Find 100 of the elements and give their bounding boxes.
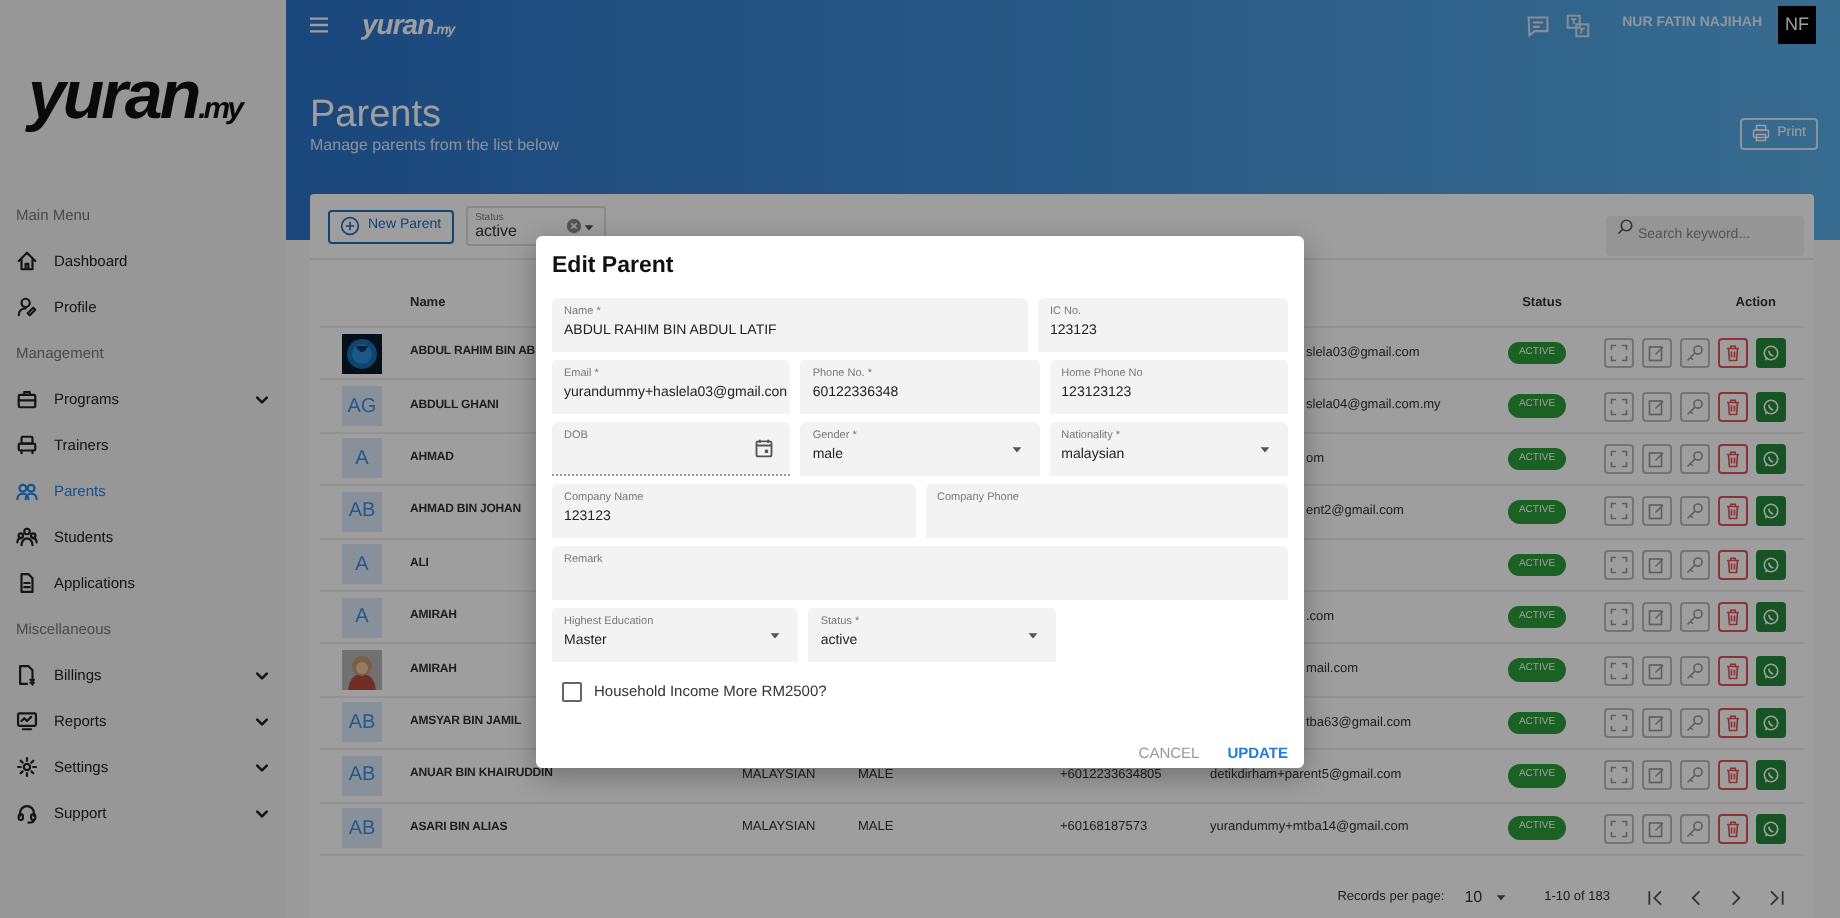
settings-icon [16, 756, 38, 778]
edit-button[interactable] [1642, 549, 1672, 580]
edit-button[interactable] [1642, 443, 1672, 474]
whatsapp-button[interactable] [1756, 655, 1786, 686]
delete-button[interactable] [1718, 496, 1748, 527]
password-button[interactable] [1680, 707, 1710, 738]
expand-icon [1610, 608, 1628, 627]
password-button[interactable] [1680, 655, 1710, 686]
edit-button[interactable] [1642, 760, 1672, 791]
whatsapp-icon [1762, 555, 1780, 574]
chat-icon[interactable] [1526, 13, 1551, 37]
user-avatar[interactable]: NF [1778, 6, 1816, 44]
caret-down-icon [1009, 442, 1024, 456]
last-page-button[interactable] [1766, 887, 1786, 908]
next-page-button[interactable] [1726, 887, 1746, 908]
avatar: AG [342, 386, 382, 427]
document-icon [16, 572, 38, 594]
key-icon [1686, 713, 1704, 732]
edit-button[interactable] [1642, 707, 1672, 738]
delete-icon [1724, 713, 1742, 732]
password-button[interactable] [1680, 443, 1710, 474]
edit-button[interactable] [1642, 813, 1672, 844]
caret-down-icon [768, 628, 783, 642]
password-button[interactable] [1680, 760, 1710, 791]
edit-icon [1648, 819, 1666, 838]
whatsapp-icon [1762, 502, 1780, 521]
password-button[interactable] [1680, 813, 1710, 844]
edit-button[interactable] [1642, 655, 1672, 686]
key-icon [1686, 502, 1704, 521]
password-button[interactable] [1680, 496, 1710, 527]
delete-button[interactable] [1718, 602, 1748, 633]
delete-icon [1724, 502, 1742, 521]
delete-button[interactable] [1718, 338, 1748, 369]
delete-button[interactable] [1718, 760, 1748, 791]
expand-button[interactable] [1604, 443, 1634, 474]
avatar: A [342, 597, 382, 638]
delete-button[interactable] [1718, 655, 1748, 686]
previous-page-button[interactable] [1686, 887, 1706, 908]
whatsapp-button[interactable] [1756, 338, 1786, 369]
edit-icon [1648, 766, 1666, 785]
expand-icon [1610, 397, 1628, 416]
printer-icon [1751, 124, 1770, 143]
whatsapp-button[interactable] [1756, 549, 1786, 580]
first-page-button[interactable] [1646, 887, 1666, 908]
whatsapp-button[interactable] [1756, 443, 1786, 474]
expand-button[interactable] [1604, 338, 1634, 369]
menu-icon[interactable] [308, 16, 330, 34]
delete-button[interactable] [1718, 707, 1748, 738]
password-button[interactable] [1680, 549, 1710, 580]
expand-button[interactable] [1604, 391, 1634, 422]
password-button[interactable] [1680, 391, 1710, 422]
expand-button[interactable] [1604, 549, 1634, 580]
expand-icon [1610, 344, 1628, 363]
delete-icon [1724, 608, 1742, 627]
delete-icon [1724, 344, 1742, 363]
delete-button[interactable] [1718, 813, 1748, 844]
home-icon [16, 250, 38, 272]
key-icon [1686, 661, 1704, 680]
person-icon [16, 296, 38, 318]
delete-icon [1724, 766, 1742, 785]
calendar-icon [754, 438, 775, 458]
password-button[interactable] [1680, 602, 1710, 633]
expand-icon [1610, 713, 1628, 732]
delete-icon [1724, 661, 1742, 680]
whatsapp-button[interactable] [1756, 760, 1786, 791]
whatsapp-button[interactable] [1756, 496, 1786, 527]
expand-button[interactable] [1604, 813, 1634, 844]
key-icon [1686, 449, 1704, 468]
delete-button[interactable] [1718, 549, 1748, 580]
expand-button[interactable] [1604, 655, 1634, 686]
headset-icon [16, 802, 38, 824]
whatsapp-icon [1762, 397, 1780, 416]
edit-button[interactable] [1642, 602, 1672, 633]
delete-icon [1724, 555, 1742, 574]
whatsapp-button[interactable] [1756, 391, 1786, 422]
whatsapp-button[interactable] [1756, 707, 1786, 738]
key-icon [1686, 344, 1704, 363]
edit-button[interactable] [1642, 391, 1672, 422]
plus-circle-icon [340, 216, 360, 236]
password-button[interactable] [1680, 338, 1710, 369]
whatsapp-button[interactable] [1756, 813, 1786, 844]
expand-button[interactable] [1604, 602, 1634, 633]
delete-button[interactable] [1718, 443, 1748, 474]
whatsapp-button[interactable] [1756, 602, 1786, 633]
expand-button[interactable] [1604, 707, 1634, 738]
expand-icon [1610, 555, 1628, 574]
expand-button[interactable] [1604, 496, 1634, 527]
per-page-select[interactable]: 10 [1464, 885, 1509, 910]
clear-icon[interactable] [565, 218, 582, 234]
translate-icon[interactable] [1566, 13, 1591, 37]
expand-icon [1610, 449, 1628, 468]
checkbox[interactable] [562, 681, 582, 702]
edit-icon [1648, 713, 1666, 732]
expand-button[interactable] [1604, 760, 1634, 791]
key-icon [1686, 397, 1704, 416]
edit-button[interactable] [1642, 338, 1672, 369]
edit-button[interactable] [1642, 496, 1672, 527]
group-icon [16, 526, 38, 548]
delete-button[interactable] [1718, 391, 1748, 422]
whatsapp-icon [1762, 766, 1780, 785]
